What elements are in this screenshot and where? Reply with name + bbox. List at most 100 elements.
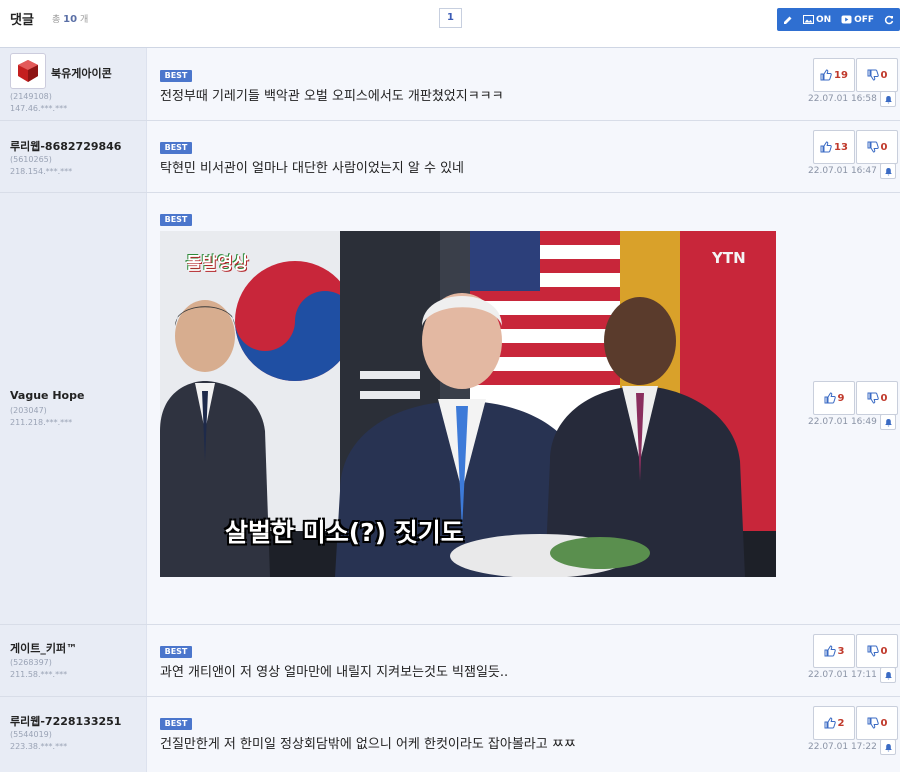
upvote-count: 2 <box>837 717 845 729</box>
comment-date: 22.07.01 16:58 <box>808 94 877 104</box>
best-badge: BEST <box>160 214 192 226</box>
report-button[interactable] <box>880 414 896 430</box>
upvote-count: 9 <box>837 392 845 404</box>
comment-body: BEST 과연 개티앤이 저 영상 얼마만에 내릴지 지켜보는것도 빅잼일듯..… <box>146 625 900 696</box>
count-number: 10 <box>63 14 78 25</box>
author-ip: 223.38.***.*** <box>10 742 68 751</box>
comment-item: 루리웹-8682729846 (5610265) 218.154.***.***… <box>0 121 900 193</box>
downvote-button[interactable]: 0 <box>856 381 898 415</box>
author-ip: 211.218.***.*** <box>10 418 73 427</box>
report-button[interactable] <box>880 739 896 755</box>
downvote-count: 0 <box>880 392 888 404</box>
comment-item: Vague Hope (203047) 211.218.***.*** BEST <box>0 193 900 625</box>
comment-title: 댓글 <box>10 13 34 28</box>
bell-icon <box>884 95 892 103</box>
count-prefix: 총 <box>52 15 61 25</box>
thumbs-up-icon <box>820 69 832 81</box>
author-ip: 211.58.***.*** <box>10 670 68 679</box>
page-1-button[interactable]: 1 <box>439 8 462 28</box>
author-name[interactable]: Vague Hope <box>10 389 84 402</box>
upvote-button[interactable]: 13 <box>813 130 855 164</box>
upvote-button[interactable]: 9 <box>813 381 855 415</box>
comment-text: 전정부때 기레기들 백악관 오벌 오피스에서도 개판쳤었지ㅋㅋㅋ <box>160 89 504 104</box>
video-icon <box>841 15 852 24</box>
comment-body: BEST 탁현민 비서관이 얼마나 대단한 사람이었는지 알 수 있네 13 0… <box>146 121 900 192</box>
program-logo: 돌발영상 <box>186 254 249 274</box>
video-caption: 살벌한 미소(?) 짓기도 <box>225 518 464 547</box>
refresh-button[interactable] <box>884 15 894 25</box>
author-id: (5268397) <box>10 658 52 667</box>
comment-item: 루리웹-7228133251 (5544019) 223.38.***.*** … <box>0 697 900 772</box>
upvote-button[interactable]: 3 <box>813 634 855 668</box>
comment-text: 과연 개티앤이 저 영상 얼마만에 내릴지 지켜보는것도 빅잼일듯.. <box>160 665 509 680</box>
thumbs-down-icon <box>867 69 879 81</box>
comment-author: 게이트_키퍼™ (5268397) 211.58.***.*** <box>0 625 146 696</box>
image-icon <box>802 15 814 24</box>
cube-icon <box>18 60 38 82</box>
comment-text: 탁현민 비서관이 얼마나 대단한 사람이었는지 알 수 있네 <box>160 161 465 176</box>
downvote-button[interactable]: 0 <box>856 706 898 740</box>
comment-author: 북유게아이콘 (2149108) 147.46.***.*** <box>0 48 146 120</box>
image-off-button[interactable]: OFF <box>841 15 874 25</box>
downvote-count: 0 <box>880 141 888 153</box>
comment-author: 루리웹-8682729846 (5610265) 218.154.***.*** <box>0 121 146 192</box>
refresh-icon <box>884 15 894 24</box>
comment-author: Vague Hope (203047) 211.218.***.*** <box>0 193 146 624</box>
image-off-label: OFF <box>854 14 875 25</box>
report-button[interactable] <box>880 667 896 683</box>
downvote-button[interactable]: 0 <box>856 58 898 92</box>
author-id: (5544019) <box>10 730 52 739</box>
comment-item: 북유게아이콘 (2149108) 147.46.***.*** BEST 전정부… <box>0 48 900 121</box>
upvote-count: 13 <box>834 141 848 153</box>
upvote-count: 19 <box>834 69 848 81</box>
count-unit: 개 <box>79 15 89 25</box>
comment-date: 22.07.01 17:11 <box>808 670 877 680</box>
comment-count: 총 10 개 <box>52 12 88 25</box>
comment-header: 댓글 총 10 개 1 ON OFF <box>0 0 900 42</box>
downvote-count: 0 <box>880 69 888 81</box>
thumbs-down-icon <box>867 392 879 404</box>
comment-body: BEST 건질만한게 저 한미일 정상회담밖에 없으니 어케 한컷이라도 잡아볼… <box>146 697 900 772</box>
author-name[interactable]: 루리웹-8682729846 <box>10 138 121 154</box>
author-name[interactable]: 게이트_키퍼™ <box>10 640 77 656</box>
bell-icon <box>884 418 892 426</box>
comment-date: 22.07.01 17:22 <box>808 742 877 752</box>
report-button[interactable] <box>880 91 896 107</box>
downvote-count: 0 <box>880 717 888 729</box>
thumbs-up-icon <box>824 645 836 657</box>
image-on-label: ON <box>815 14 832 25</box>
author-id: (203047) <box>10 406 47 415</box>
bell-icon <box>884 671 892 679</box>
comment-list: 북유게아이콘 (2149108) 147.46.***.*** BEST 전정부… <box>0 47 900 772</box>
downvote-button[interactable]: 0 <box>856 130 898 164</box>
author-id: (2149108) <box>10 92 52 101</box>
report-button[interactable] <box>880 163 896 179</box>
comment-image[interactable]: 돌발영상 YTN 살벌한 미소(?) 짓기도 <box>160 231 776 577</box>
comment-author: 루리웹-7228133251 (5544019) 223.38.***.*** <box>0 697 146 772</box>
comment-date: 22.07.01 16:47 <box>808 166 877 176</box>
bell-icon <box>884 167 892 175</box>
author-name[interactable]: 북유게아이콘 <box>51 65 112 81</box>
pencil-icon <box>784 16 792 24</box>
comment-item: 게이트_키퍼™ (5268397) 211.58.***.*** BEST 과연… <box>0 625 900 697</box>
upvote-count: 3 <box>837 645 845 657</box>
comment-body: BEST 돌발영상 YTN 살벌한 미소(?) 짓기도 9 0 22.07.01… <box>146 193 900 624</box>
thumbs-down-icon <box>867 717 879 729</box>
author-ip: 218.154.***.*** <box>10 167 73 176</box>
best-badge: BEST <box>160 142 192 154</box>
bell-icon <box>884 743 892 751</box>
user-avatar[interactable] <box>10 53 46 89</box>
thumbs-down-icon <box>867 141 879 153</box>
best-badge: BEST <box>160 718 192 730</box>
upvote-button[interactable]: 2 <box>813 706 855 740</box>
comment-text: 건질만한게 저 한미일 정상회담밖에 없으니 어케 한컷이라도 잡아볼라고 ㅉㅉ <box>160 737 576 752</box>
thumbs-up-icon <box>820 141 832 153</box>
write-button[interactable] <box>783 15 793 25</box>
upvote-button[interactable]: 19 <box>813 58 855 92</box>
downvote-button[interactable]: 0 <box>856 634 898 668</box>
author-ip: 147.46.***.*** <box>10 104 68 113</box>
author-name[interactable]: 루리웹-7228133251 <box>10 713 121 729</box>
best-badge: BEST <box>160 646 192 658</box>
comment-tools: ON OFF <box>777 8 900 31</box>
image-on-button[interactable]: ON <box>802 14 832 25</box>
